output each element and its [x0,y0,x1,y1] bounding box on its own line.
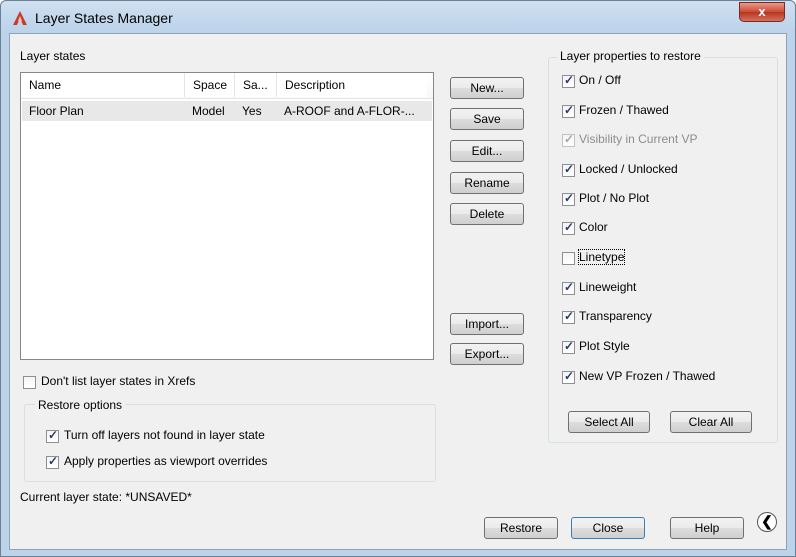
row-space: Model [192,104,225,118]
dont-list-xrefs-checkbox[interactable] [23,376,36,389]
row-name: Floor Plan [29,104,84,118]
window-title: Layer States Manager [35,10,173,26]
dont-list-xrefs-label: Don't list layer states in Xrefs [41,374,196,388]
apply-viewport-overrides-checkbox[interactable] [46,454,59,469]
visibility-current-vp-checkbox [562,132,575,147]
properties-title: Layer properties to restore [557,49,704,63]
frozen-thawed-label: Frozen / Thawed [579,103,669,117]
autocad-logo-icon [13,11,27,25]
transparency-checkbox[interactable] [562,309,575,324]
table-row[interactable]: Floor Plan Model Yes A-ROOF and A-FLOR-.… [22,101,432,121]
import-button[interactable]: Import... [450,313,524,335]
restore-options-title: Restore options [35,398,126,412]
close-icon: x [758,4,766,19]
on-off-label: On / Off [579,73,621,87]
list-header: Name Space Sa... Description [21,73,433,99]
current-layer-state: Current layer state: *UNSAVED* [20,490,192,504]
layer-states-label: Layer states [20,49,86,63]
plot-no-plot-label: Plot / No Plot [579,191,650,205]
collapse-arrow-glyph: ❮ [761,513,773,529]
save-button[interactable]: Save [450,108,524,130]
visibility-current-vp-label: Visibility in Current VP [579,132,698,146]
clear-all-button[interactable]: Clear All [670,411,752,433]
new-button[interactable]: New... [450,77,524,99]
row-saved: Yes [242,104,262,118]
transparency-label: Transparency [579,309,652,323]
close-button[interactable]: Close [571,517,645,539]
lineweight-label: Lineweight [579,280,637,294]
dialog-window: Layer States Manager x Layer states Name… [0,0,796,557]
column-header-name[interactable]: Name [21,73,185,97]
select-all-button[interactable]: Select All [568,411,650,433]
column-header-space[interactable]: Space [185,73,235,97]
plot-style-checkbox[interactable] [562,339,575,354]
on-off-checkbox[interactable] [562,73,575,88]
column-header-description[interactable]: Description [277,73,427,97]
delete-button[interactable]: Delete [450,203,524,225]
collapse-arrow-icon[interactable]: ❮ [757,512,777,532]
rename-button[interactable]: Rename [450,172,524,194]
close-window-button[interactable]: x [739,2,785,22]
color-label: Color [579,220,608,234]
plot-no-plot-checkbox[interactable] [562,191,575,206]
edit-button[interactable]: Edit... [450,140,524,162]
lineweight-checkbox[interactable] [562,280,575,295]
new-vp-frozen-thawed-label: New VP Frozen / Thawed [579,369,716,383]
column-header-saved[interactable]: Sa... [235,73,277,97]
dialog-body: Layer states Name Space Sa... Descriptio… [9,33,787,550]
new-vp-frozen-thawed-checkbox[interactable] [562,369,575,384]
plot-style-label: Plot Style [579,339,630,353]
restore-options-group [24,404,436,482]
layer-states-list[interactable]: Name Space Sa... Description Floor Plan … [20,72,434,360]
row-description: A-ROOF and A-FLOR-... [284,104,415,118]
title-bar[interactable]: Layer States Manager x [1,1,795,33]
help-button[interactable]: Help [670,517,744,539]
restore-button[interactable]: Restore [484,517,558,539]
linetype-label: Linetype [577,249,626,265]
locked-unlocked-label: Locked / Unlocked [579,162,678,176]
linetype-checkbox[interactable] [562,252,575,265]
frozen-thawed-checkbox[interactable] [562,103,575,118]
turn-off-layers-label: Turn off layers not found in layer state [64,428,265,442]
apply-viewport-overrides-label: Apply properties as viewport overrides [64,454,268,468]
export-button[interactable]: Export... [450,343,524,365]
locked-unlocked-checkbox[interactable] [562,162,575,177]
turn-off-layers-checkbox[interactable] [46,428,59,443]
color-checkbox[interactable] [562,220,575,235]
